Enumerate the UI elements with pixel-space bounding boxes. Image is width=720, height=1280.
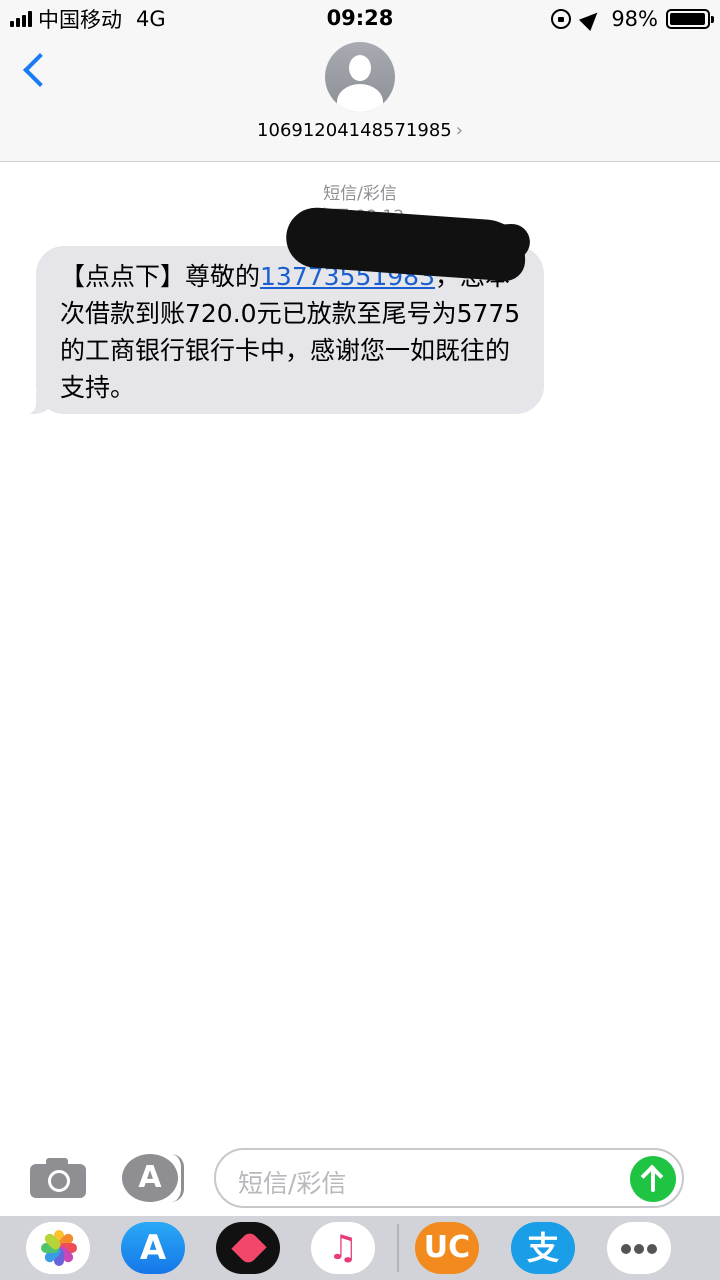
avatar-head <box>349 55 371 81</box>
imessage-app-dock: A ♫ UC 支 <box>0 1216 720 1280</box>
message-input-placeholder: 短信/彩信 <box>238 1169 347 1198</box>
back-button[interactable] <box>18 52 54 92</box>
uc-browser-icon[interactable]: UC <box>415 1222 479 1274</box>
contact-avatar[interactable] <box>325 42 395 112</box>
more-icon[interactable] <box>607 1222 671 1274</box>
input-bar: A 短信/彩信 <box>0 1140 720 1216</box>
send-button[interactable] <box>630 1156 676 1202</box>
status-bar: 中国移动 4G 09:28 98% <box>0 0 720 38</box>
contact-number: 10691204148571985 <box>257 120 452 141</box>
battery-percent: 98% <box>611 7 658 31</box>
camera-lens-icon <box>48 1170 70 1192</box>
conversation-header: 10691204148571985 › <box>0 38 720 162</box>
status-right: 98% <box>551 6 714 32</box>
photos-icon[interactable] <box>26 1222 90 1274</box>
camera-button[interactable] <box>30 1158 86 1198</box>
app-store-icon[interactable]: A <box>121 1222 185 1274</box>
dock-divider <box>397 1224 399 1272</box>
message-prefix: 【点点下】尊敬的 <box>60 262 261 291</box>
app-store-icon: A <box>138 1160 162 1195</box>
heart-icon <box>231 1230 267 1266</box>
orientation-lock-icon <box>551 9 572 29</box>
location-icon <box>579 6 604 32</box>
message-input[interactable]: 短信/彩信 <box>214 1148 684 1208</box>
contact-name[interactable]: 10691204148571985 › <box>0 120 720 141</box>
chevron-right-icon: › <box>455 120 463 141</box>
battery-icon <box>666 9 714 29</box>
music-icon[interactable]: ♫ <box>311 1222 375 1274</box>
heart-app-icon[interactable] <box>216 1222 280 1274</box>
message-type-label: 短信/彩信 <box>323 184 397 204</box>
app-drawer-button[interactable]: A <box>122 1154 184 1202</box>
avatar-body <box>337 84 383 112</box>
alipay-icon[interactable]: 支 <box>511 1222 575 1274</box>
